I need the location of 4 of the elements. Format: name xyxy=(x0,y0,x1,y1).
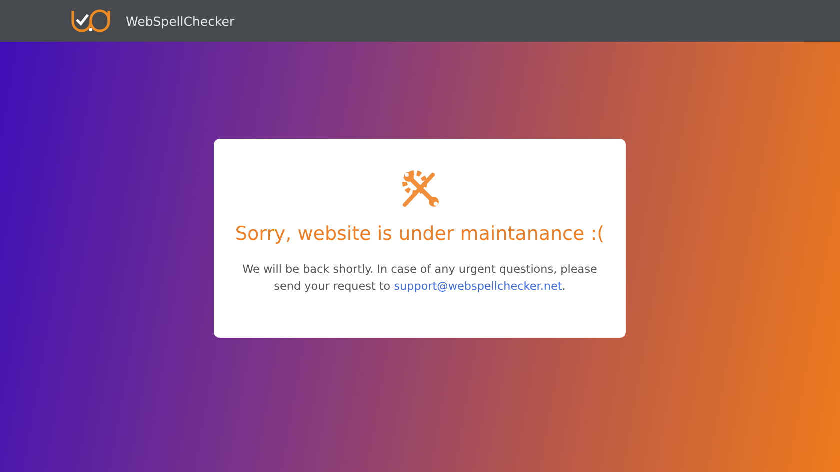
support-email-link[interactable]: support@webspellchecker.net xyxy=(394,280,562,293)
notice-title: Sorry, website is under maintanance :( xyxy=(235,223,605,245)
brand-name: WebSpellChecker xyxy=(126,14,235,28)
notice-message: We will be back shortly. In case of any urgent questions, please send your request to support@webspellchecker.net. xyxy=(242,262,598,295)
